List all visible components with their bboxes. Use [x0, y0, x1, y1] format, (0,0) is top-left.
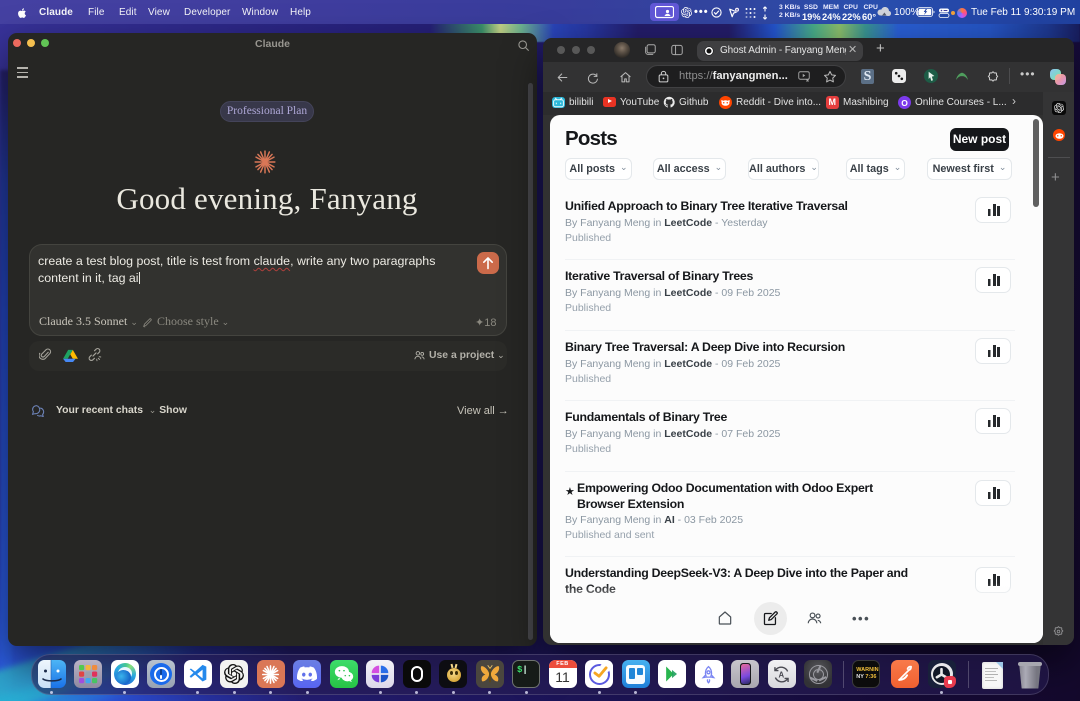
svg-text:A: A	[778, 670, 784, 679]
